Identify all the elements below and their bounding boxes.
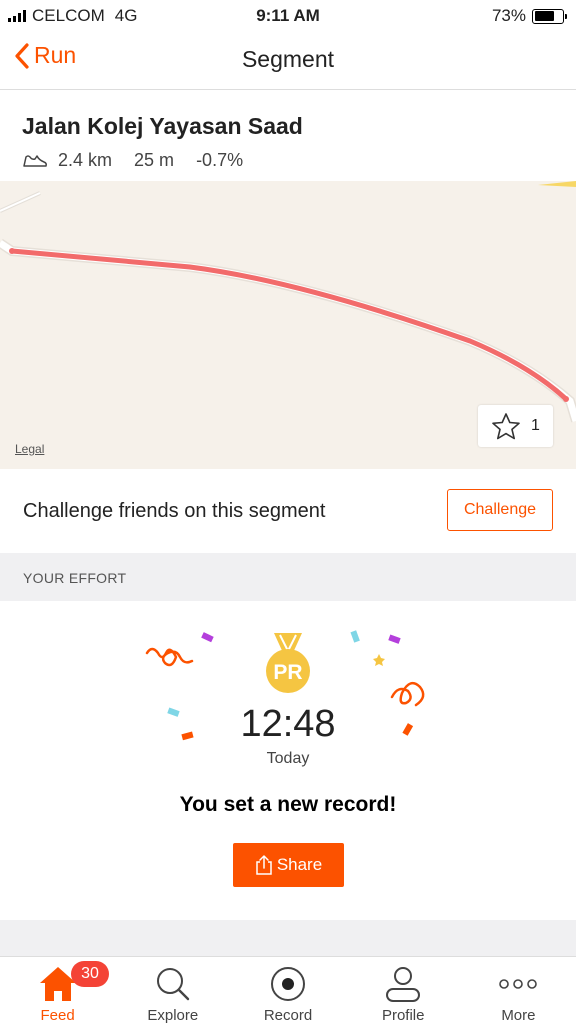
challenge-text: Challenge friends on this segment: [23, 500, 326, 522]
tab-label-profile: Profile: [381, 1007, 425, 1024]
search-icon: [153, 964, 193, 1003]
battery-icon: [532, 8, 567, 24]
challenge-row: Challenge friends on this segment Challe…: [0, 469, 576, 553]
challenge-button[interactable]: Challenge: [447, 489, 553, 531]
section-header-your-effort: YOUR EFFORT: [0, 553, 576, 601]
route-end-marker: [563, 396, 569, 402]
record-message: You set a new record!: [179, 793, 397, 816]
nav-bar: Run Segment: [0, 30, 576, 90]
legal-link[interactable]: Legal: [15, 442, 44, 456]
tab-more[interactable]: More: [461, 957, 576, 1024]
segment-elevation: 25 m: [134, 150, 175, 170]
share-label: Share: [276, 855, 323, 874]
medal-label: PR: [273, 661, 302, 684]
notification-badge: 30: [71, 961, 109, 987]
tab-feed[interactable]: Feed 30: [0, 957, 115, 1024]
share-button[interactable]: Share: [233, 843, 344, 887]
segment-name: Jalan Kolej Yayasan Saad: [22, 113, 303, 139]
battery-percent: 73%: [491, 6, 526, 25]
effort-time: 12:48: [240, 703, 336, 745]
status-bar: CELCOM 4G 9:11 AM 73%: [0, 0, 576, 30]
record-icon: [268, 964, 308, 1003]
tab-label-explore: Explore: [147, 1007, 199, 1024]
status-time: 9:11 AM: [256, 6, 320, 25]
tab-record[interactable]: Record: [230, 957, 345, 1024]
tab-profile[interactable]: Profile: [346, 957, 461, 1024]
share-icon: [256, 854, 272, 875]
segment-grade: -0.7%: [196, 150, 244, 170]
segment-route: [9, 248, 569, 402]
star-segment-button[interactable]: 1: [478, 405, 553, 447]
shoe-icon: [23, 154, 47, 167]
page-title: Segment: [241, 46, 335, 72]
more-icon: [496, 964, 540, 1003]
profile-icon: [383, 964, 423, 1003]
status-right: 73%: [491, 6, 567, 26]
route-start-marker: [9, 248, 15, 254]
battery-fill: [534, 11, 555, 21]
effort-card: PR 12:48 Today You set a new record! Sha…: [0, 601, 576, 920]
tab-label-more: More: [501, 1007, 536, 1024]
star-count: 1: [531, 417, 540, 434]
tab-bar: Feed 30 Explore Record Profile More: [0, 956, 576, 1024]
segment-distance: 2.4 km: [58, 150, 113, 170]
section-divider: [0, 920, 576, 956]
segment-stats: 2.4 km 25 m -0.7%: [22, 150, 554, 171]
tab-label-record: Record: [263, 1007, 313, 1024]
effort-date: Today: [266, 750, 310, 767]
pr-medal-icon: PR: [266, 633, 310, 693]
tab-explore[interactable]: Explore: [115, 957, 230, 1024]
tab-label-feed: Feed: [40, 1007, 75, 1024]
segment-header: Jalan Kolej Yayasan Saad 2.4 km 25 m -0.…: [0, 91, 576, 181]
star-icon: [492, 413, 520, 440]
